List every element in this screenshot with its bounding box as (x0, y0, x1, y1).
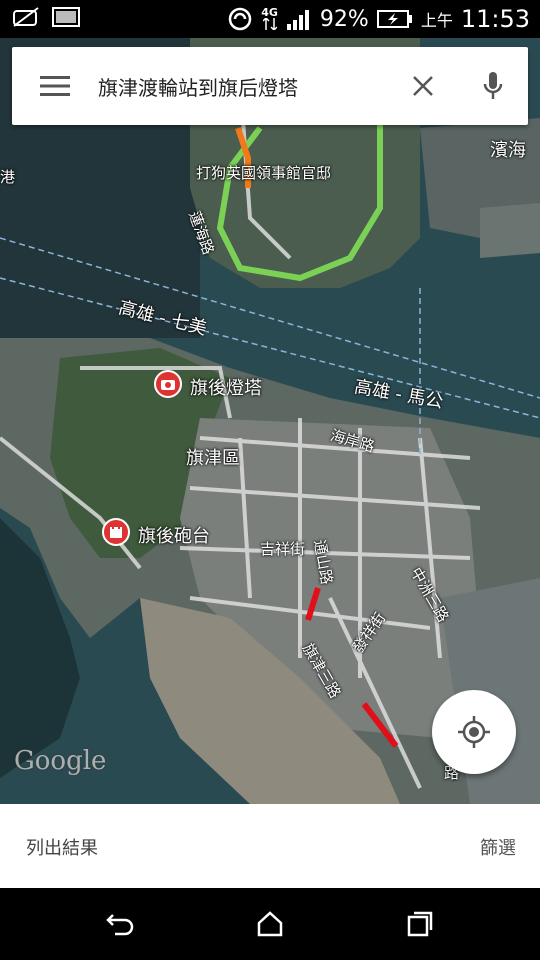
battery-charging-icon (376, 10, 412, 28)
menu-button[interactable] (12, 47, 98, 125)
image-icon (52, 7, 80, 27)
label-top-left: 港 (0, 168, 16, 186)
camera-icon (161, 380, 175, 390)
clear-button[interactable] (388, 47, 458, 125)
mic-icon (483, 72, 503, 99)
lighthouse-marker[interactable] (154, 370, 182, 398)
close-icon (413, 76, 433, 96)
label-jixiang-st: 吉祥街 (260, 540, 306, 558)
recents-icon (407, 911, 433, 937)
clock: 11:53 (460, 5, 530, 33)
filter-button[interactable]: 篩選 (480, 834, 516, 860)
google-watermark: Google (14, 746, 107, 776)
recents-button[interactable] (400, 906, 440, 942)
nfc-icon (228, 7, 252, 31)
label-district: 旗津區 (186, 448, 240, 469)
home-icon (257, 911, 283, 937)
system-nav-bar (0, 888, 540, 960)
search-query[interactable]: 旗津渡輪站到旗后燈塔 (98, 72, 388, 101)
notification-icon (13, 7, 39, 27)
search-card: 旗津渡輪站到旗后燈塔 (12, 47, 528, 125)
satellite-map (0, 38, 540, 804)
list-results-button[interactable]: 列出結果 (26, 834, 98, 860)
fort-marker[interactable] (102, 518, 130, 546)
status-bar: 4G 92% 上午 11:53 (0, 0, 540, 38)
ampm: 上午 (420, 11, 453, 30)
label-lighthouse[interactable]: 旗後燈塔 (190, 374, 262, 400)
my-location-button[interactable] (432, 690, 516, 774)
results-bar: 列出結果 篩選 (0, 804, 540, 888)
battery-percent: 92% (319, 6, 369, 32)
voice-search-button[interactable] (458, 47, 528, 125)
back-icon (106, 914, 134, 936)
signal-icon (286, 10, 309, 30)
label-top-right: 濱海 (490, 140, 526, 161)
menu-icon (40, 76, 70, 96)
crosshair-icon (458, 716, 490, 748)
data-arrows-icon (262, 18, 277, 30)
home-button[interactable] (250, 906, 290, 942)
back-button[interactable] (100, 906, 140, 942)
label-consulate: 打狗英國領事館官邸 (196, 164, 332, 182)
network-type: 4G (261, 6, 278, 19)
label-fort[interactable]: 旗後砲台 (138, 522, 210, 548)
map-view[interactable]: 港 濱海 打狗英國領事館官邸 蓮海路 高雄 - 七美 高雄 - 馬公 旗後燈塔 … (0, 38, 540, 804)
castle-icon (110, 527, 122, 538)
